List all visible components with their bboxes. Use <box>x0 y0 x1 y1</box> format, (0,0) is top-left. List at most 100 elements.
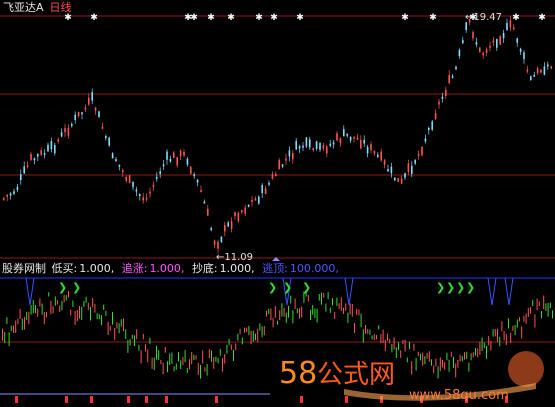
indicator-bar <box>321 292 322 305</box>
bottom-marker <box>90 396 93 403</box>
indicator-bar <box>2 328 3 341</box>
param-escape: 逃顶: 100.000, <box>262 262 339 275</box>
indicator-bar <box>46 312 47 318</box>
buy-signal: ❯ <box>302 281 311 294</box>
indicator-bar <box>261 326 263 338</box>
indicator-bar <box>534 314 536 328</box>
indicator-bar <box>365 325 366 334</box>
indicator-bar <box>116 322 118 329</box>
indicator-bar <box>136 329 138 340</box>
indicator-bar <box>367 329 369 334</box>
indicator-bar <box>549 302 551 309</box>
indicator-bar <box>360 313 362 328</box>
indicator-bar <box>283 308 285 317</box>
indicator-bar <box>145 344 146 352</box>
indicator-bar <box>63 294 65 303</box>
indicator-bar <box>202 350 204 364</box>
buy-signal: ❯ <box>466 281 475 294</box>
indicator-bar <box>61 300 63 311</box>
indicator-bar <box>90 306 91 321</box>
period-label: 日线 <box>49 1 72 14</box>
indicator-bar <box>171 352 173 364</box>
indicator-bar <box>134 335 135 346</box>
indicator-bar <box>274 306 276 318</box>
indicator-bar <box>369 329 371 335</box>
indicator-bar <box>191 352 193 365</box>
indicator-bar <box>252 330 254 342</box>
param-bottom: 抄底: 1.000, <box>191 262 255 275</box>
indicator-bar <box>48 292 50 297</box>
indicator-bar <box>127 340 129 353</box>
indicator-bar <box>151 357 153 369</box>
indicator-bar <box>211 350 212 362</box>
escape-spike <box>487 277 497 306</box>
indicator-bar <box>501 321 503 332</box>
indicator-bar <box>109 326 111 331</box>
indicator-bar <box>76 310 78 322</box>
indicator-bar <box>204 367 206 372</box>
indicator-bar <box>494 329 496 337</box>
indicator-bar <box>140 350 142 364</box>
bottom-marker <box>165 396 168 403</box>
indicator-bar <box>167 361 168 373</box>
indicator-bar <box>43 312 45 325</box>
indicator-bar <box>65 295 67 301</box>
indicator-bar <box>538 301 540 307</box>
indicator-bar <box>516 319 518 328</box>
indicator-bar <box>206 364 208 376</box>
indicator-bar <box>327 292 329 300</box>
indicator-bar <box>94 303 96 313</box>
indicator-bar <box>186 368 188 373</box>
indicator-bar <box>180 360 182 369</box>
indicator-bar <box>299 308 300 319</box>
indicator-bar <box>118 323 120 334</box>
star-marker: ✱ <box>227 13 235 23</box>
indicator-bar <box>208 349 210 359</box>
indicator-bar <box>112 312 113 325</box>
indicator-bar <box>79 305 80 319</box>
indicator-bar <box>248 325 250 336</box>
indicator-bar <box>310 309 311 321</box>
indicator-bar <box>131 334 133 339</box>
bottom-marker <box>15 396 18 403</box>
indicator-bar <box>226 344 228 354</box>
chart-title: 飞亚达A 日线 <box>3 1 72 14</box>
indicator-bar <box>371 335 373 340</box>
indicator-bar <box>552 310 553 319</box>
indicator-bar <box>318 294 320 301</box>
indicator-bar <box>105 310 107 316</box>
indicator-bar <box>237 333 239 341</box>
star-marker: ✱ <box>512 13 520 23</box>
indicator-bar <box>512 325 514 331</box>
indicator-bar <box>492 329 494 337</box>
indicator-bar <box>362 329 364 343</box>
indicator-bar <box>81 306 83 320</box>
indicator-bar <box>503 331 505 341</box>
indicator-bar <box>543 295 545 310</box>
indicator-bar <box>336 297 338 306</box>
indicator-bar <box>92 297 94 308</box>
indicator-bar <box>87 302 89 310</box>
escape-spike <box>344 277 354 306</box>
indicator-bar <box>13 325 14 333</box>
indicator-bar <box>301 306 303 318</box>
bottom-marker <box>127 396 130 403</box>
indicator-bar <box>294 298 296 309</box>
watermark-number: 58 <box>279 356 317 391</box>
bottom-marker <box>65 396 68 403</box>
indicator-bar <box>292 310 294 324</box>
indicator-bar <box>19 308 21 320</box>
indicator-bar <box>239 329 241 335</box>
indicator-bar <box>54 296 56 306</box>
star-marker: ✱ <box>538 13 546 23</box>
indicator-bar <box>285 312 287 323</box>
buy-signal: ❯ <box>58 281 67 294</box>
indicator-bar <box>125 329 127 339</box>
indicator-bar <box>547 302 549 317</box>
indicator-bar <box>373 334 375 340</box>
chart-canvas: ✱ ✱ ✱✱ ✱ ✱ ✱ ✱ ✱ ✱ ✱ ✱ ✱ ✱ ❯ ❯ ❯ ❯ ❯ ❯ ❯ ❯ ❯ <box>0 13 555 403</box>
indicator-bar <box>175 363 177 370</box>
buy-signal: ❯ <box>283 281 292 294</box>
indicator-bar <box>35 305 36 314</box>
indicator-bar <box>123 318 124 331</box>
